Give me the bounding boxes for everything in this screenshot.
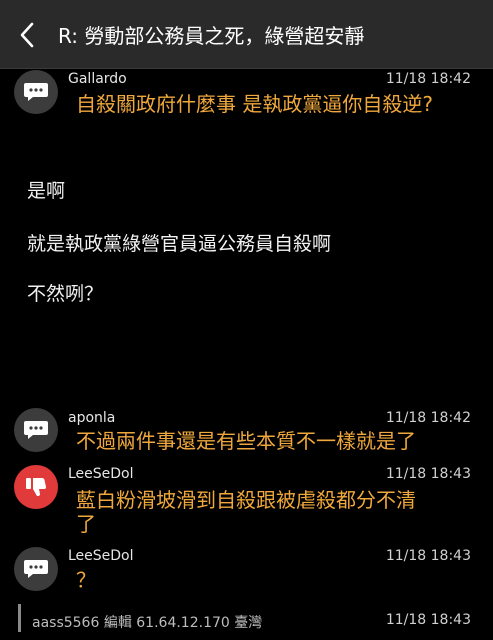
avatar bbox=[14, 465, 58, 509]
push-username[interactable]: LeeSeDol bbox=[68, 466, 134, 482]
edit-time: 11/18 18:43 bbox=[385, 612, 471, 628]
edit-info: aass5566 編輯 61.64.12.170 臺灣 bbox=[32, 615, 263, 631]
avatar bbox=[14, 408, 58, 452]
push-text: 藍白粉滑坡滑到自殺跟被虐殺都分不清 bbox=[76, 488, 416, 512]
push-text: 了 bbox=[76, 512, 96, 536]
chat-bubble-icon bbox=[24, 560, 48, 578]
push-username[interactable]: Gallardo bbox=[68, 71, 127, 87]
avatar bbox=[14, 547, 58, 591]
push-time: 11/18 18:43 bbox=[385, 548, 471, 564]
avatar bbox=[14, 70, 58, 114]
push-text: ？ bbox=[76, 568, 96, 592]
push-time: 11/18 18:42 bbox=[385, 71, 471, 87]
back-button[interactable] bbox=[14, 20, 42, 50]
chevron-left-icon bbox=[20, 22, 34, 48]
divider bbox=[18, 604, 21, 632]
chat-bubble-icon bbox=[24, 421, 48, 439]
thumbs-down-icon bbox=[26, 478, 47, 496]
body-text: 就是執政黨綠營官員逼公務員自殺啊 bbox=[27, 233, 332, 255]
push-text: 自殺關政府什麼事 是執政黨逼你自殺逆? bbox=[76, 92, 433, 116]
push-time: 11/18 18:43 bbox=[385, 466, 471, 482]
chat-bubble-icon bbox=[24, 83, 48, 101]
page-title: R: 勞動部公務員之死，綠營超安靜 bbox=[58, 24, 365, 48]
push-text: 不過兩件事還是有些本質不一樣就是了 bbox=[76, 429, 416, 453]
push-time: 11/18 18:42 bbox=[385, 410, 471, 426]
body-text: 不然咧？ bbox=[27, 283, 104, 305]
push-username[interactable]: aponla bbox=[68, 410, 115, 426]
body-text: 是啊 bbox=[27, 180, 66, 202]
push-username[interactable]: LeeSeDol bbox=[68, 548, 134, 564]
top-bar: R: 勞動部公務員之死，綠營超安靜 bbox=[0, 0, 493, 69]
